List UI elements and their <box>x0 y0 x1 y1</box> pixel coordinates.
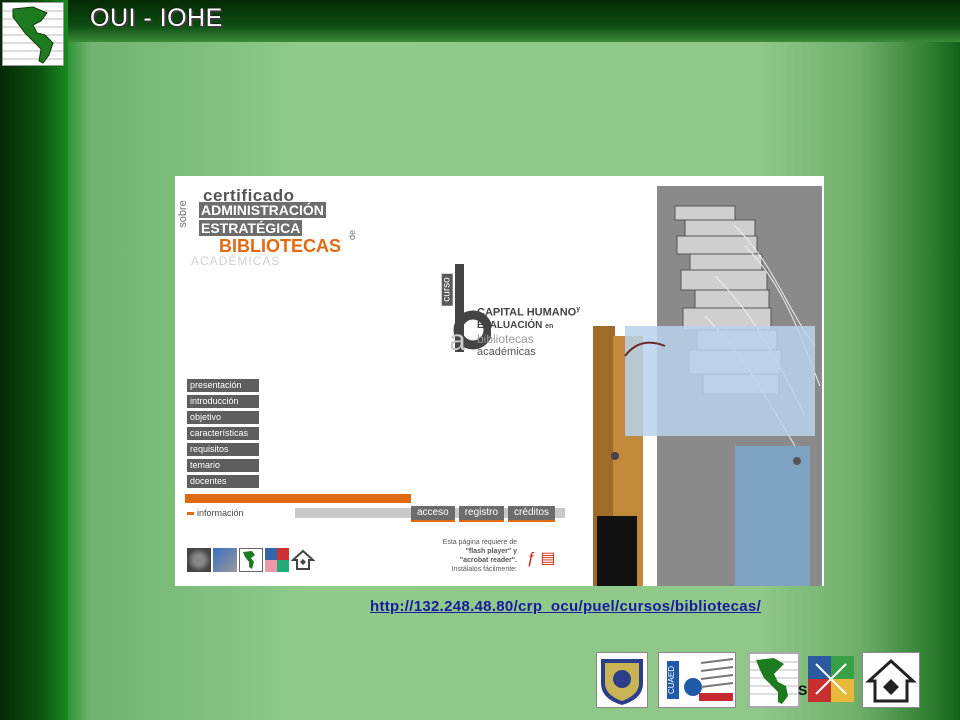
site-menu: presentación introducción objetivo carac… <box>187 379 259 491</box>
americas-footer-logo <box>748 652 800 708</box>
nav-buttons: acceso registro créditos <box>411 506 556 522</box>
puel-logo-icon <box>265 548 289 572</box>
cuaed-footer-logo: CUAED <box>658 652 736 708</box>
course-line-1: CAPITAL HUMANOy <box>477 306 581 319</box>
website-screenshot: certificado sobre ADMINISTRACIÓN ESTRATÉ… <box>175 176 824 586</box>
course-url-link[interactable]: http://132.248.48.80/crp_ocu/puel/cursos… <box>370 598 761 615</box>
menu-item-requisitos[interactable]: requisitos <box>187 443 259 456</box>
req-line-1: Esta página requiere de <box>442 539 517 546</box>
americas-logo-icon <box>239 548 263 572</box>
requirements-note: Esta página requiere de "flash player" y… <box>425 538 517 574</box>
acrobat-reader-icon[interactable]: ▤ <box>540 550 555 567</box>
info-link[interactable]: información <box>187 508 244 518</box>
course-line-3: bibliotecas <box>477 332 534 346</box>
flash-player-icon[interactable]: ƒ <box>527 550 536 567</box>
house-logo-icon <box>290 548 316 572</box>
cert-line-3: ESTRATÉGICA <box>199 220 303 236</box>
partner-logos-small <box>187 548 316 572</box>
unam-logo-icon <box>187 548 211 572</box>
page-title: OUI - IOHE <box>90 4 223 32</box>
menu-item-objetivo[interactable]: objetivo <box>187 411 259 424</box>
cert-line-5: ACADÉMICAS <box>191 254 281 268</box>
cert-de: de <box>347 229 358 241</box>
orange-divider <box>185 494 411 503</box>
req-line-2: "flash player" y <box>465 548 517 555</box>
menu-item-docentes[interactable]: docentes <box>187 475 259 488</box>
menu-item-temario[interactable]: temario <box>187 459 259 472</box>
plugin-icons: ƒ ▤ <box>527 548 555 568</box>
menu-item-presentacion[interactable]: presentación <box>187 379 259 392</box>
creditos-button[interactable]: créditos <box>508 506 556 522</box>
svg-text:a: a <box>451 324 466 352</box>
cuaed-logo-icon <box>213 548 237 572</box>
req-line-4: Instálalos fácilmente: <box>451 566 517 573</box>
course-line-4: académicas <box>477 346 536 358</box>
house-footer-logo <box>862 652 920 708</box>
cert-line-2: ADMINISTRACIÓN <box>199 202 326 218</box>
registro-button[interactable]: registro <box>458 506 505 522</box>
info-label: información <box>197 508 244 518</box>
footer-partial-text: S <box>798 682 808 698</box>
cert-sobre: sobre <box>176 200 189 228</box>
puel-footer-logo <box>808 652 854 708</box>
unam-footer-logo <box>596 652 648 708</box>
books-easel-photo <box>585 186 824 586</box>
acceso-button[interactable]: acceso <box>411 506 455 522</box>
req-line-3: "acrobat reader". <box>459 557 517 564</box>
menu-item-caracteristicas[interactable]: características <box>187 427 259 440</box>
course-line-2: EVALUACIÓN en <box>477 320 554 331</box>
americas-globe-logo <box>2 2 64 66</box>
info-marker <box>187 512 194 516</box>
left-sidebar-bar <box>0 0 68 720</box>
menu-item-introduccion[interactable]: introducción <box>187 395 259 408</box>
